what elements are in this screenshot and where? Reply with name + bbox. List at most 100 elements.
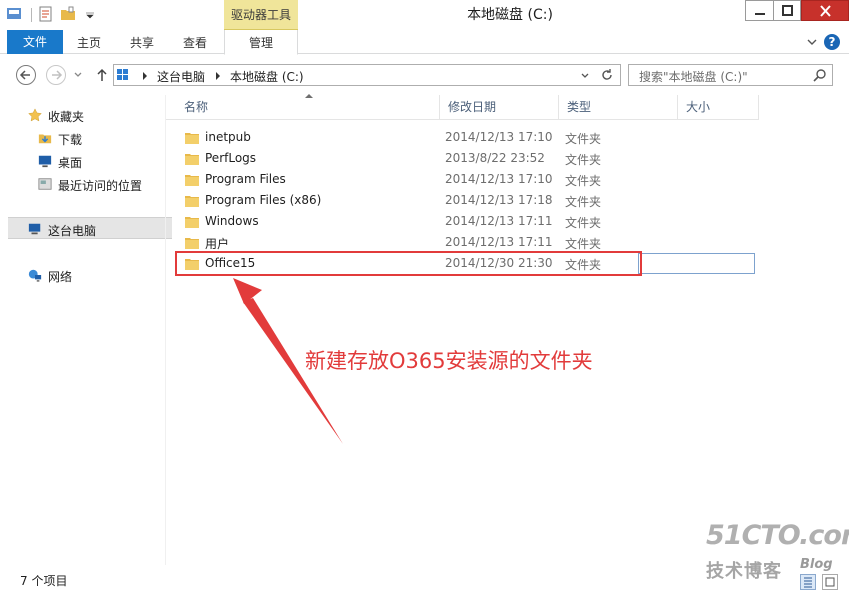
breadcrumb-local-disk[interactable]: 本地磁盘 (C:) (230, 68, 304, 85)
nav-recent-places-label: 最近访问的位置 (58, 179, 143, 193)
watermark-subtitle: 技术博客 (706, 561, 782, 582)
file-row[interactable]: inetpub 2014/12/13 17:10 文件夹 (177, 127, 637, 148)
file-row[interactable]: PerfLogs 2013/8/22 23:52 文件夹 (177, 148, 637, 169)
annotation-text: 新建存放O365安装源的文件夹 (305, 349, 593, 373)
breadcrumb-separator-icon[interactable] (215, 72, 221, 80)
file-row[interactable]: Windows 2014/12/13 17:11 文件夹 (177, 211, 637, 232)
network-icon (28, 269, 42, 282)
file-type: 文件夹 (565, 237, 602, 251)
column-size[interactable]: 大小 (678, 95, 759, 120)
breadcrumb-separator-icon[interactable] (142, 72, 148, 80)
file-date: 2014/12/13 17:10 (445, 172, 553, 186)
file-type: 文件夹 (565, 132, 602, 146)
close-button[interactable] (801, 0, 849, 21)
file-type: 文件夹 (565, 216, 602, 230)
window-title: 本地磁盘 (C:) (467, 7, 553, 23)
file-row[interactable]: Program Files 2014/12/13 17:10 文件夹 (177, 169, 637, 190)
minimize-button[interactable] (745, 0, 773, 21)
folder-icon (185, 133, 199, 144)
folder-icon (185, 196, 199, 207)
new-folder-icon[interactable] (60, 6, 76, 22)
watermark-brand: 51CTO.com (706, 520, 849, 551)
details-view-icon (804, 577, 812, 588)
column-name[interactable]: 名称 (176, 95, 440, 120)
address-bar[interactable]: 这台电脑 本地磁盘 (C:) (113, 64, 621, 86)
watermark-blog: Blog (800, 557, 833, 572)
folder-icon (185, 154, 199, 165)
selected-row-outline (638, 253, 755, 274)
column-type[interactable]: 类型 (559, 95, 678, 120)
nav-downloads[interactable]: 下载 (0, 127, 166, 149)
column-date-modified[interactable]: 修改日期 (440, 95, 559, 120)
large-icons-view-button[interactable] (822, 574, 838, 590)
tab-file[interactable]: 文件 (7, 30, 63, 54)
file-name: Program Files (205, 172, 286, 186)
maximize-button[interactable] (773, 0, 801, 21)
nav-favorites-label: 收藏夹 (48, 110, 85, 124)
address-row: 这台电脑 本地磁盘 (C:) 搜索"本地磁盘 (C:)" (0, 55, 849, 95)
refresh-icon[interactable] (600, 68, 614, 82)
recent-places-icon (38, 178, 52, 190)
large-icons-view-icon (825, 577, 835, 587)
file-row[interactable]: 用户 2014/12/13 17:11 文件夹 (177, 232, 637, 253)
file-type: 文件夹 (565, 174, 602, 188)
address-history-chevron-icon[interactable] (580, 72, 590, 80)
tab-home[interactable]: 主页 (77, 30, 101, 54)
file-date: 2014/12/13 17:18 (445, 193, 553, 207)
minimize-icon (755, 13, 765, 15)
this-pc-icon (28, 223, 41, 235)
file-row[interactable]: Program Files (x86) 2014/12/13 17:18 文件夹 (177, 190, 637, 211)
file-date: 2014/12/13 17:11 (445, 214, 553, 228)
up-arrow-icon[interactable] (95, 67, 109, 83)
file-type: 文件夹 (565, 153, 602, 167)
file-name: inetpub (205, 130, 251, 144)
nav-desktop-label: 桌面 (58, 156, 83, 170)
navigation-pane: 收藏夹 下载 桌面 最近访问的位置 这台电脑 网络 (0, 95, 172, 565)
folder-icon (185, 217, 199, 228)
file-date: 2013/8/22 23:52 (445, 151, 545, 165)
tab-manage[interactable]: 管理 (224, 30, 298, 55)
pane-divider[interactable] (165, 95, 166, 565)
qat-dropdown-icon[interactable] (82, 6, 98, 22)
details-view-button[interactable] (800, 574, 816, 590)
folder-icon (185, 238, 199, 249)
file-type: 文件夹 (565, 195, 602, 209)
sort-ascending-icon (305, 94, 313, 98)
nav-network[interactable]: 网络 (0, 264, 166, 286)
breadcrumb-this-pc[interactable]: 这台电脑 (157, 68, 205, 85)
window-app-icon[interactable] (6, 6, 22, 22)
nav-recent-places[interactable]: 最近访问的位置 (0, 173, 166, 195)
item-count: 7 个项目 (20, 574, 68, 588)
downloads-folder-icon (38, 134, 52, 144)
folder-icon (185, 175, 199, 186)
recent-locations-chevron-icon[interactable] (73, 71, 83, 79)
drive-tools-context-header: 驱动器工具 (224, 0, 298, 30)
ribbon-expand-icon[interactable] (806, 36, 818, 48)
file-name: 用户 (205, 237, 230, 251)
file-date: 2014/12/13 17:11 (445, 235, 553, 249)
column-header-row: 名称 修改日期 类型 大小 (166, 95, 759, 120)
properties-icon[interactable] (38, 6, 54, 22)
nav-favorites[interactable]: 收藏夹 (0, 104, 166, 126)
nav-downloads-label: 下载 (58, 133, 83, 147)
search-placeholder: 搜索"本地磁盘 (C:)" (639, 70, 748, 84)
nav-desktop[interactable]: 桌面 (0, 150, 166, 172)
nav-this-pc-label: 这台电脑 (48, 224, 97, 238)
search-icon[interactable] (813, 68, 827, 82)
ribbon-tabs: 文件 主页 共享 查看 管理 ? (0, 30, 849, 55)
close-icon (820, 5, 831, 17)
file-name: Windows (205, 214, 259, 228)
forward-button[interactable] (46, 65, 66, 85)
tab-share[interactable]: 共享 (130, 30, 154, 54)
title-bar: 驱动器工具 本地磁盘 (C:) (0, 0, 849, 30)
help-icon[interactable]: ? (824, 34, 840, 50)
annotation-highlight-box (175, 251, 642, 276)
tab-view[interactable]: 查看 (183, 30, 207, 54)
qat-separator (31, 8, 32, 22)
file-name: Program Files (x86) (205, 193, 322, 207)
search-input[interactable]: 搜索"本地磁盘 (C:)" (628, 64, 833, 86)
file-name: PerfLogs (205, 151, 257, 165)
back-button[interactable] (16, 65, 36, 85)
file-date: 2014/12/13 17:10 (445, 130, 553, 144)
nav-this-pc[interactable]: 这台电脑 (8, 217, 172, 239)
